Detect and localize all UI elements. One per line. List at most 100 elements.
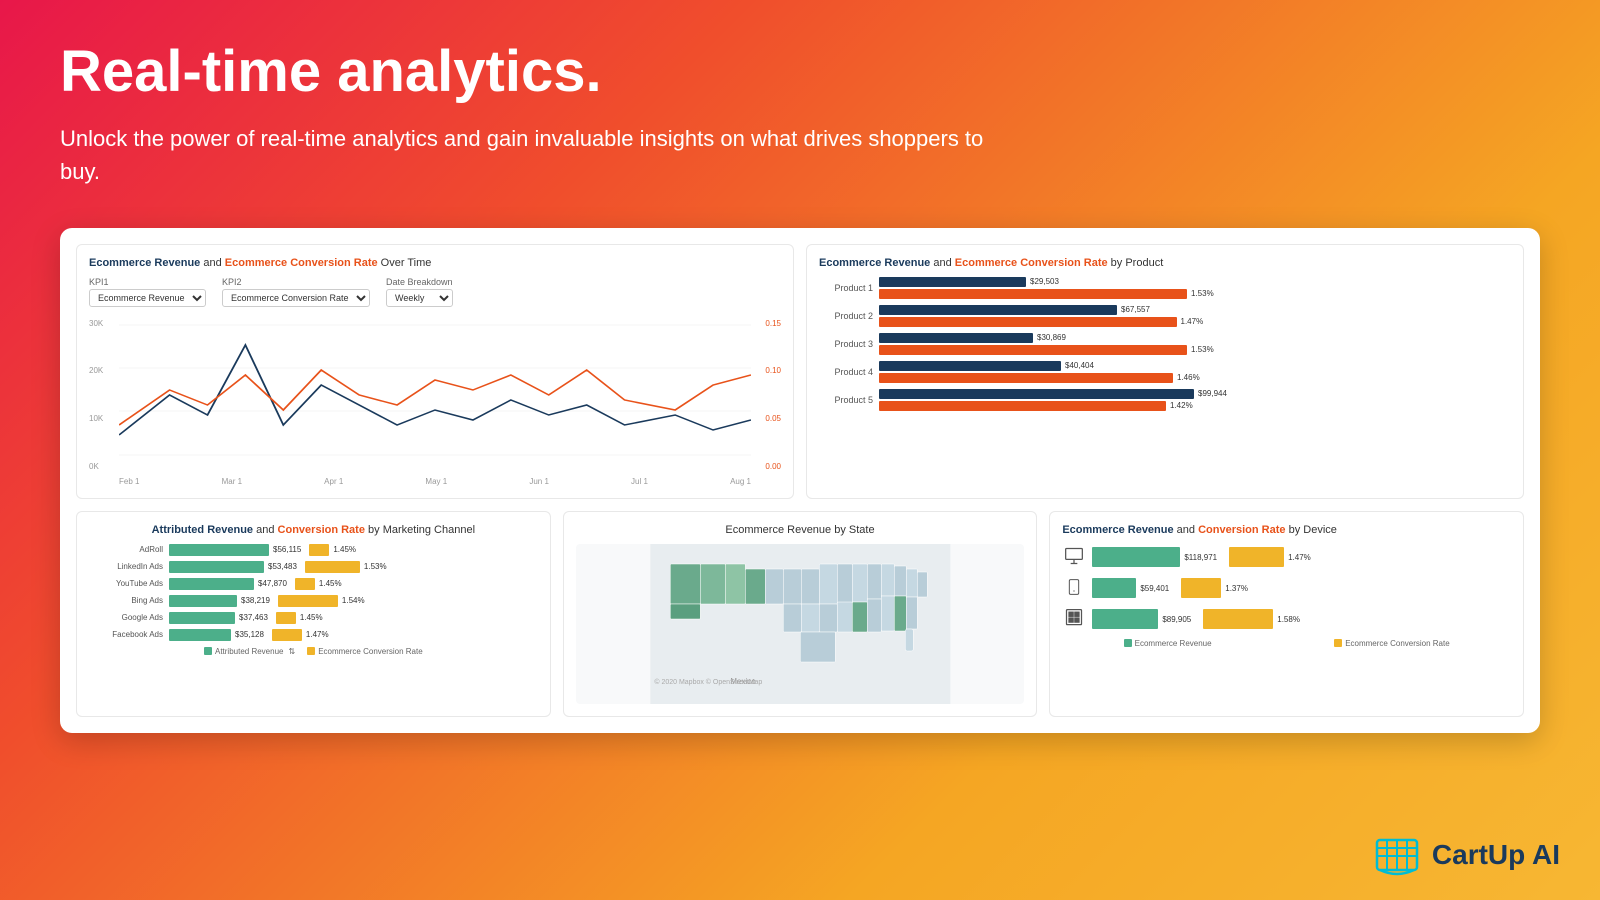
device-bars: $118,971 1.47% $59,401 1.37% $89,905 1.5… <box>1062 546 1511 631</box>
channel-bars: $35,128 1.47% <box>169 629 538 641</box>
revenue-value: $99,944 <box>1198 389 1227 398</box>
conv-bar <box>278 595 338 607</box>
date-label: Date Breakdown <box>386 277 453 287</box>
legend-item-conv: Ecommerce Conversion Rate <box>307 647 422 656</box>
conv-bar <box>305 561 360 573</box>
kpi1-label: KPI1 <box>89 277 206 287</box>
subtitle-text: Unlock the power of real-time analytics … <box>60 122 1010 188</box>
channel-bars: $37,463 1.45% <box>169 612 538 624</box>
conv-val: 1.45% <box>333 545 356 554</box>
svg-text:© 2020 Mapbox © OpenStreetMap: © 2020 Mapbox © OpenStreetMap <box>654 678 762 686</box>
date-select[interactable]: Weekly <box>386 289 453 307</box>
product-bar-group: $30,869 1.53% <box>879 333 1511 355</box>
channel-bars: $38,219 1.54% <box>169 595 538 607</box>
device-rev-bar <box>1092 578 1136 598</box>
line-chart-svg <box>119 315 751 475</box>
revenue-bar <box>879 389 1194 399</box>
kpi2-select[interactable]: Ecommerce Conversion Rate <box>222 289 370 307</box>
conv-bar <box>879 317 1177 327</box>
conv-bar <box>295 578 315 590</box>
device-conv-val: 1.47% <box>1288 553 1311 562</box>
device-icon <box>1062 546 1086 569</box>
product-bar-group: $40,404 1.46% <box>879 361 1511 383</box>
logo-area: CartUp AI <box>1372 830 1560 880</box>
map-area: Mexico © 2020 Mapbox © OpenStreetMap <box>576 544 1025 704</box>
rev-val: $56,115 <box>273 545 301 554</box>
revenue-value: $30,869 <box>1037 333 1066 342</box>
device-conv-val: 1.37% <box>1225 584 1248 593</box>
conv-val: 1.53% <box>364 562 387 571</box>
revenue-value: $40,404 <box>1065 361 1094 370</box>
line-title-kpi1: Ecommerce Revenue <box>89 257 200 269</box>
kpi-controls: KPI1 Ecommerce Revenue KPI2 Ecommerce Co… <box>89 277 781 307</box>
bottom-charts: Attributed Revenue and Conversion Rate b… <box>76 511 1524 717</box>
channel-bars: $53,483 1.53% <box>169 561 538 573</box>
page-title: Real-time analytics. <box>60 40 1540 104</box>
kpi2-group: KPI2 Ecommerce Conversion Rate <box>222 277 370 307</box>
product-bar-row: Product 1 $29,503 1.53% <box>819 277 1511 299</box>
device-chart-title: Ecommerce Revenue and Conversion Rate by… <box>1062 524 1511 536</box>
conv-bar <box>276 612 296 624</box>
revenue-value: $67,557 <box>1121 305 1150 314</box>
revenue-value: $29,503 <box>1030 277 1059 286</box>
device-icon <box>1062 577 1086 600</box>
device-rev-val: $118,971 <box>1184 553 1217 562</box>
device-bar-row: $59,401 1.37% <box>1062 577 1511 600</box>
map-chart-title: Ecommerce Revenue by State <box>576 524 1025 536</box>
conv-bar <box>879 373 1173 383</box>
legend-item-revenue: Attributed Revenue ⇅ <box>204 647 295 656</box>
conv-value: 1.53% <box>1191 289 1214 298</box>
dashboard: Ecommerce Revenue and Ecommerce Conversi… <box>60 228 1540 733</box>
product-label: Product 2 <box>819 311 879 321</box>
kpi2-label: KPI2 <box>222 277 370 287</box>
marketing-legend: Attributed Revenue ⇅ Ecommerce Conversio… <box>89 647 538 656</box>
rev-val: $37,463 <box>239 613 268 622</box>
rev-bar <box>169 629 231 641</box>
device-rev-bar <box>1092 547 1180 567</box>
kpi1-select[interactable]: Ecommerce Revenue <box>89 289 206 307</box>
conv-bar <box>272 629 302 641</box>
device-conv-bar <box>1229 547 1284 567</box>
rev-val: $38,219 <box>241 596 270 605</box>
device-conv-bar <box>1181 578 1221 598</box>
conv-bar <box>879 345 1187 355</box>
device-rev-val: $59,401 <box>1140 584 1169 593</box>
conv-value: 1.46% <box>1177 373 1200 382</box>
line-chart-title: Ecommerce Revenue and Ecommerce Conversi… <box>89 257 781 269</box>
product-bar-row: Product 2 $67,557 1.47% <box>819 305 1511 327</box>
product-bar-row: Product 4 $40,404 1.46% <box>819 361 1511 383</box>
conv-val: 1.47% <box>306 630 329 639</box>
marketing-bar-row: Facebook Ads $35,128 1.47% <box>89 629 538 641</box>
device-legend: Ecommerce Revenue Ecommerce Conversion R… <box>1062 639 1511 648</box>
marketing-chart-title: Attributed Revenue and Conversion Rate b… <box>89 524 538 536</box>
channel-label: Google Ads <box>89 613 169 622</box>
rev-bar <box>169 595 237 607</box>
rev-val: $35,128 <box>235 630 264 639</box>
product-label: Product 4 <box>819 367 879 377</box>
legend-yellow-dot <box>307 647 315 655</box>
product-bar-row: Product 3 $30,869 1.53% <box>819 333 1511 355</box>
device-rev-val: $89,905 <box>1162 615 1191 624</box>
device-rev-bar <box>1092 609 1158 629</box>
device-conv-val: 1.58% <box>1277 615 1300 624</box>
rev-bar <box>169 561 264 573</box>
date-group: Date Breakdown Weekly <box>386 277 453 307</box>
marketing-chart-panel: Attributed Revenue and Conversion Rate b… <box>76 511 551 717</box>
revenue-bar <box>879 277 1026 287</box>
conv-val: 1.45% <box>300 613 323 622</box>
rev-val: $47,870 <box>258 579 287 588</box>
rev-bar <box>169 612 235 624</box>
cartup-logo-icon <box>1372 830 1422 880</box>
marketing-bar-row: AdRoll $56,115 1.45% <box>89 544 538 556</box>
device-conv-bar <box>1203 609 1273 629</box>
rev-val: $53,483 <box>268 562 297 571</box>
conv-value: 1.42% <box>1170 401 1193 410</box>
channel-label: LinkedIn Ads <box>89 562 169 571</box>
marketing-bar-row: LinkedIn Ads $53,483 1.53% <box>89 561 538 573</box>
channel-label: Facebook Ads <box>89 630 169 639</box>
product-label: Product 1 <box>819 283 879 293</box>
rev-bar <box>169 578 254 590</box>
rev-bar <box>169 544 269 556</box>
device-icon <box>1062 608 1086 631</box>
line-chart-area: 30K20K10K0K 0.150.100.050.00 <box>89 315 781 475</box>
